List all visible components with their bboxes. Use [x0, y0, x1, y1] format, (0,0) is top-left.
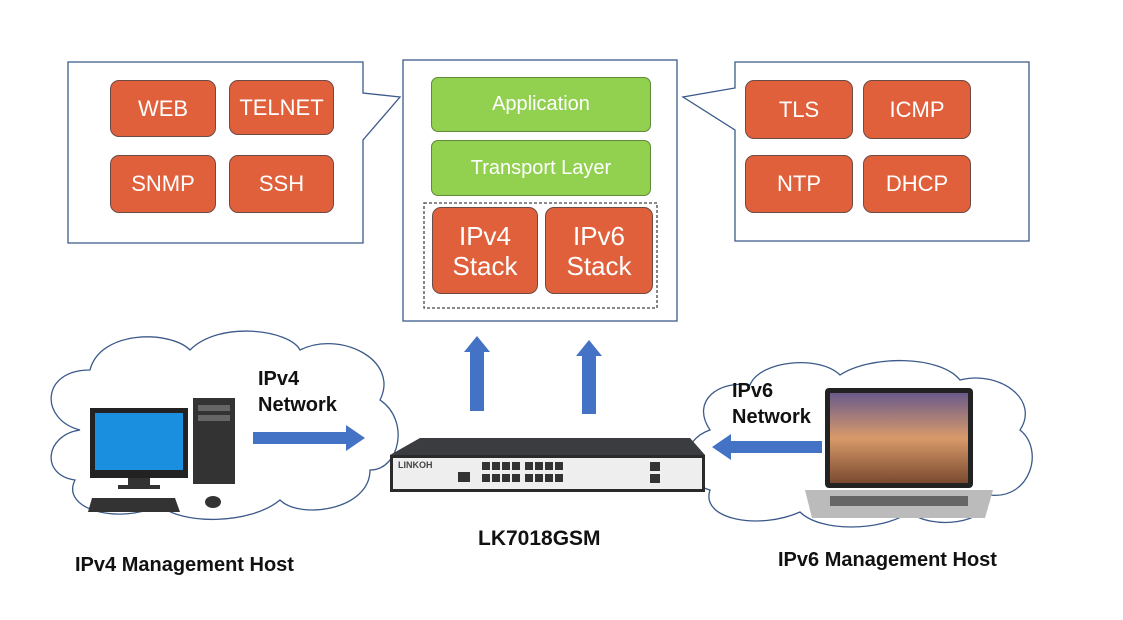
svg-text:LINKOH: LINKOH: [398, 460, 433, 470]
network-diagram: LINKOH WEB TELNET SNMP SSH Application T…: [0, 0, 1123, 620]
right-callout-box: [681, 61, 1030, 242]
ipv4-stack: IPv4 Stack: [432, 207, 538, 294]
protocol-web: WEB: [110, 80, 216, 137]
up-arrow-ipv4: [464, 336, 490, 411]
application-layer: Application: [431, 77, 651, 132]
left-arrow-ipv6: [712, 434, 822, 460]
protocol-snmp: SNMP: [110, 155, 216, 213]
desktop-pc-icon: [88, 398, 235, 512]
ipv6-network-label: IPv6 Network: [732, 380, 811, 428]
switch-device: LINKOH: [390, 438, 705, 492]
right-arrow-ipv4: [253, 425, 365, 451]
protocol-tls: TLS: [745, 80, 853, 139]
ipv6-stack: IPv6 Stack: [545, 207, 653, 294]
protocol-telnet: TELNET: [229, 80, 334, 135]
protocol-ntp: NTP: [745, 155, 853, 213]
transport-layer: Transport Layer: [431, 140, 651, 196]
ipv4-host-label: IPv4 Management Host: [75, 554, 294, 576]
laptop-icon: [805, 388, 993, 518]
protocol-icmp: ICMP: [863, 80, 971, 139]
ipv4-network-label: IPv4 Network: [258, 368, 337, 416]
protocol-ssh: SSH: [229, 155, 334, 213]
ipv6-host-label: IPv6 Management Host: [778, 549, 997, 571]
switch-model-label: LK7018GSM: [478, 527, 601, 550]
up-arrow-ipv6: [576, 340, 602, 414]
protocol-dhcp: DHCP: [863, 155, 971, 213]
